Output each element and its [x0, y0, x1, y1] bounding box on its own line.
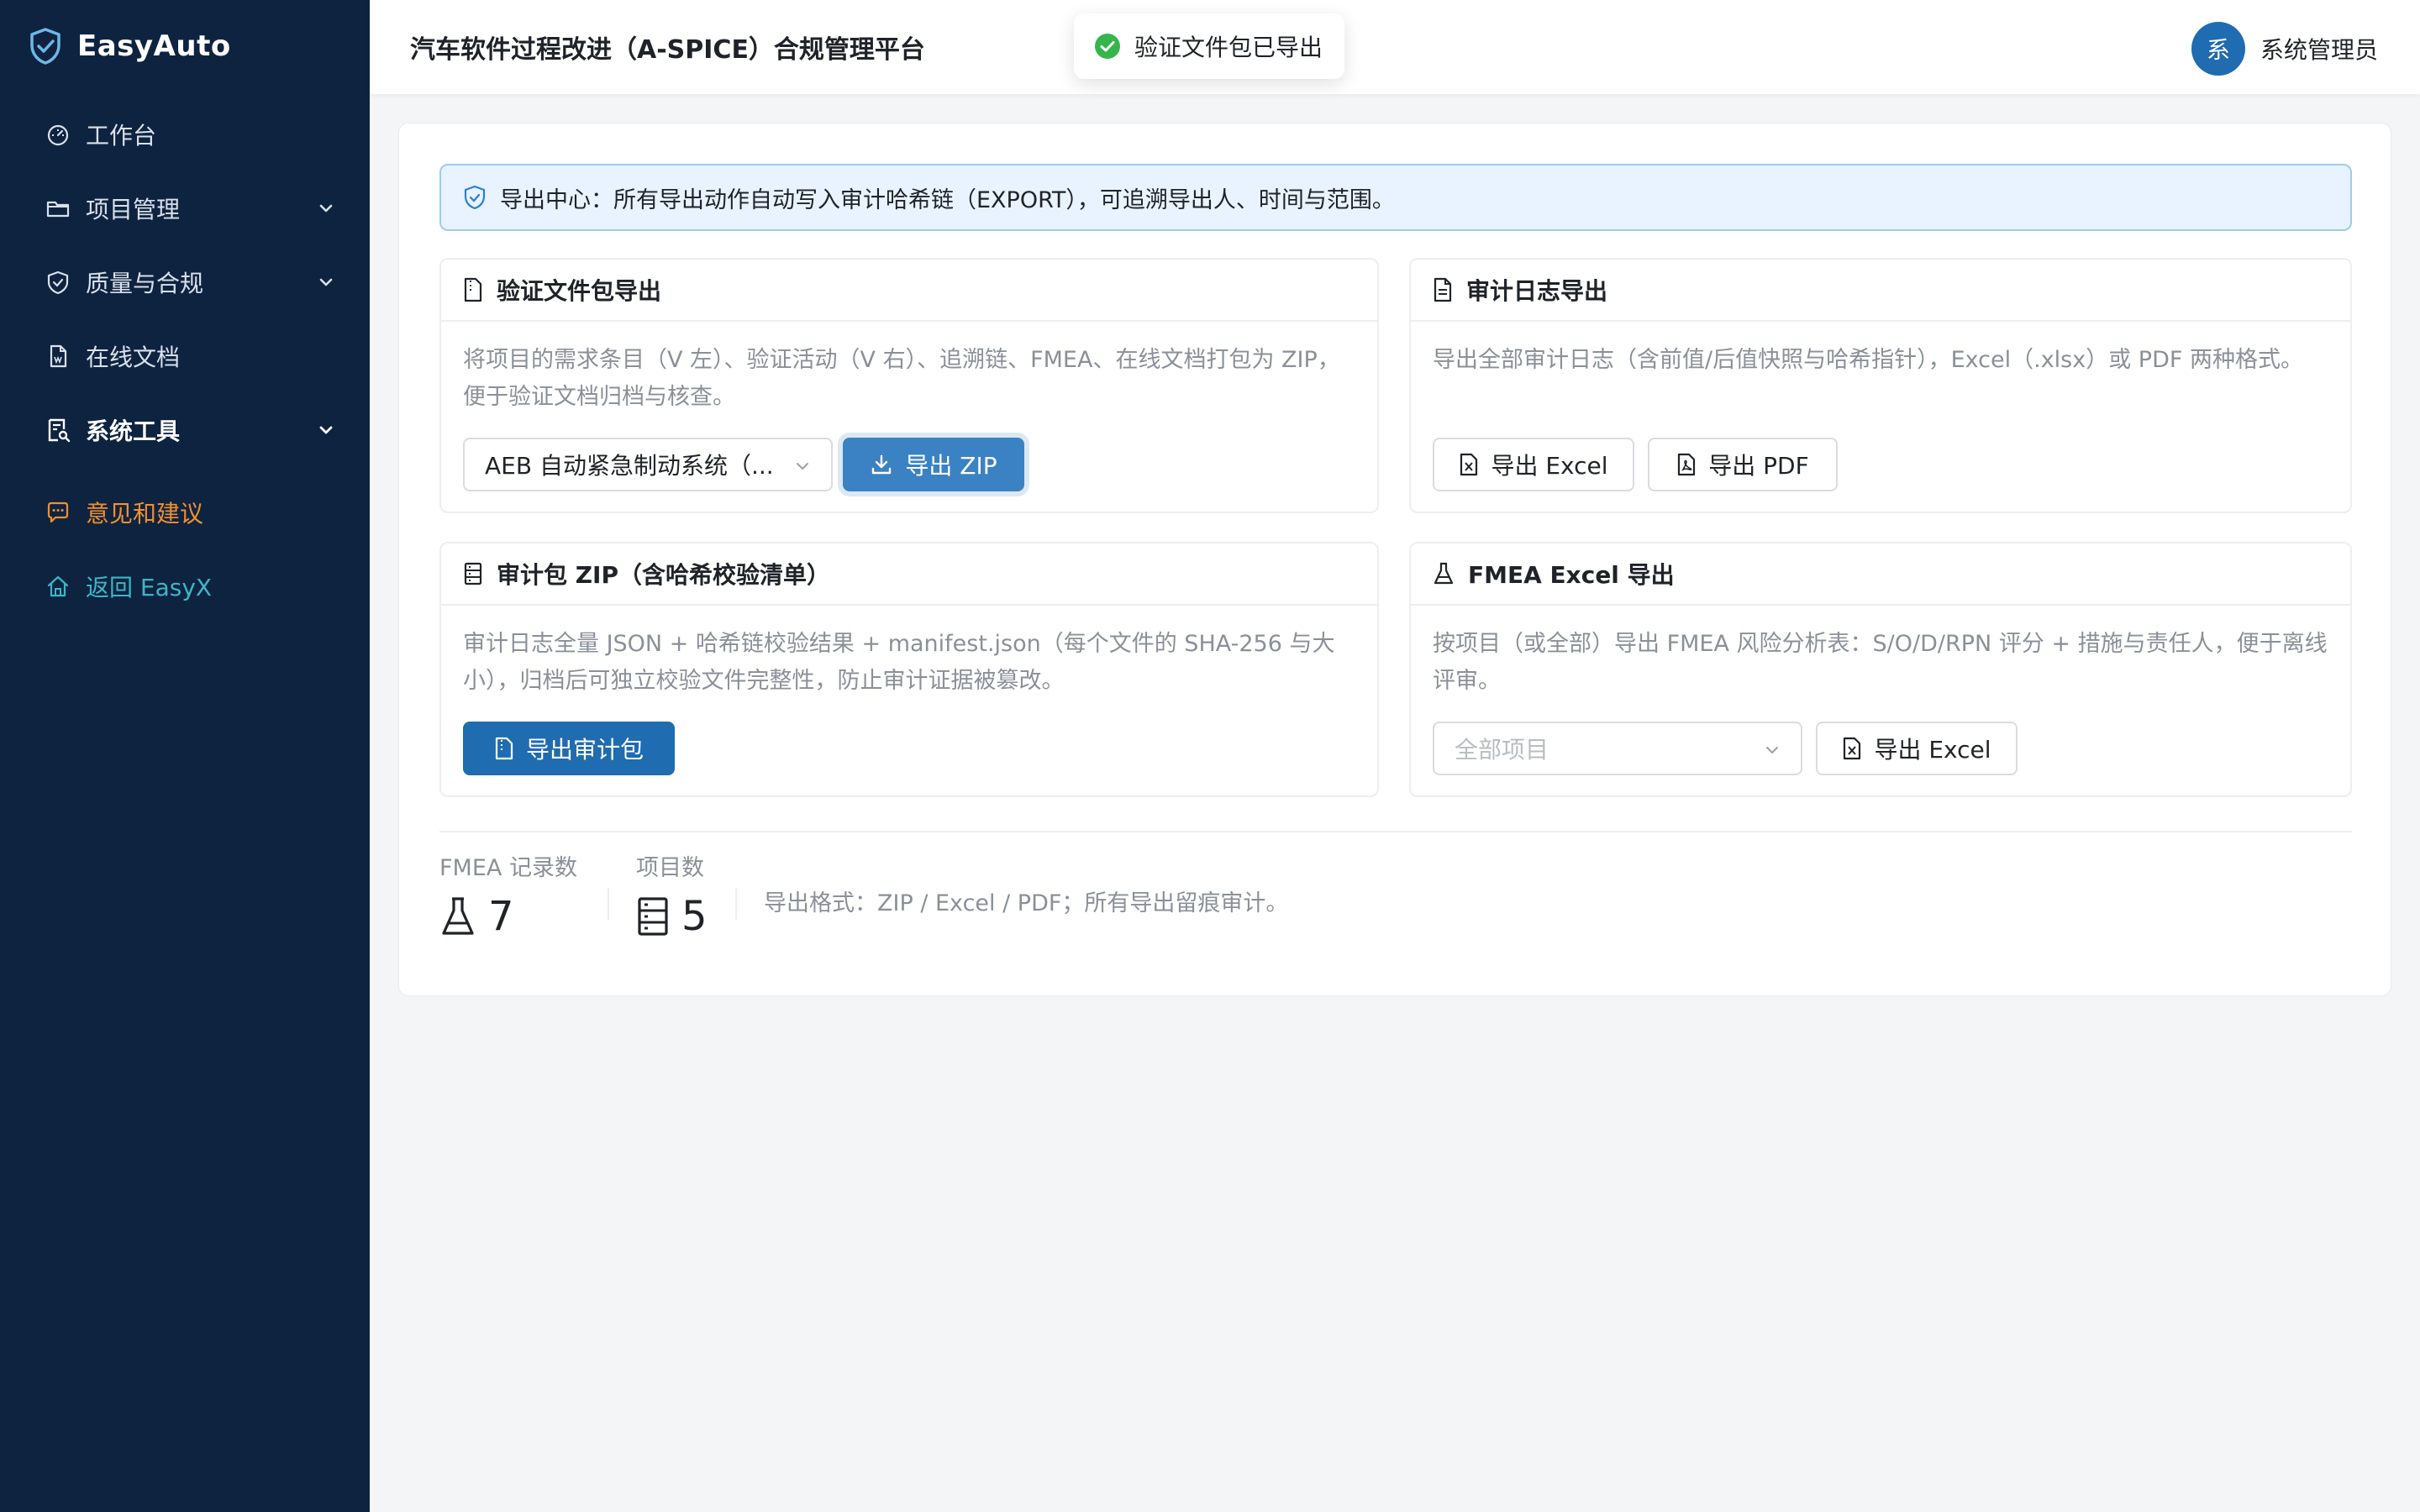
- server-icon: [638, 897, 668, 936]
- card-header: FMEA Excel 导出: [1411, 543, 2350, 606]
- fmea-export-card: FMEA Excel 导出 按项目（或全部）导出 FMEA 风险分析表：S/O/…: [1409, 542, 2352, 797]
- button-label: 导出 Excel: [1491, 452, 1608, 480]
- card-description: 导出全部审计日志（含前值/后值快照与哈希指针），Excel（.xlsx）或 PD…: [1433, 347, 2303, 373]
- sidebar-item-docs[interactable]: 在线文档: [0, 331, 370, 381]
- card-description: 按项目（或全部）导出 FMEA 风险分析表：S/O/D/RPN 评分 + 措施与…: [1433, 631, 2328, 694]
- fmea-project-select[interactable]: 全部项目: [1433, 722, 1802, 775]
- export-format-note: 导出格式：ZIP / Excel / PDF；所有导出留痕审计。: [764, 890, 1289, 916]
- project-select[interactable]: AEB 自动紧急制动系统（...: [463, 438, 833, 491]
- server-icon: [464, 562, 482, 585]
- fmea-count-stat: 7: [439, 893, 514, 940]
- file-zip-icon: [464, 277, 482, 302]
- check-circle-icon: [1095, 34, 1120, 59]
- fmea-count-label: FMEA 记录数: [439, 855, 577, 881]
- sidebar-item-label: 返回 EasyX: [86, 574, 213, 601]
- chevron-down-icon: [319, 426, 333, 434]
- file-zip-icon: [495, 737, 513, 760]
- card-header: 审计日志导出: [1411, 260, 2350, 322]
- file-pdf-icon: [1678, 453, 1696, 476]
- brand-name: EasyAuto: [77, 29, 231, 63]
- sidebar-item-system-tools[interactable]: 系统工具: [0, 405, 370, 455]
- chevron-down-icon: [319, 278, 333, 286]
- shield-icon: [47, 270, 69, 295]
- export-pdf-button[interactable]: 导出 PDF: [1648, 438, 1838, 491]
- fmea-count-value: 7: [488, 893, 514, 940]
- card-header: 验证文件包导出: [441, 260, 1377, 322]
- card-title: 验证文件包导出: [497, 277, 662, 305]
- project-count-value: 5: [681, 893, 708, 940]
- button-label: 导出 Excel: [1874, 736, 1991, 764]
- card-description: 审计日志全量 JSON + 哈希链校验结果 + manifest.json（每个…: [463, 631, 1335, 694]
- notice-text: 导出中心：所有导出动作自动写入审计哈希链（EXPORT），可追溯导出人、时间与范…: [500, 186, 1395, 213]
- fmea-export-excel-button[interactable]: 导出 Excel: [1816, 722, 2018, 775]
- sidebar-item-projects[interactable]: 项目管理: [0, 183, 370, 234]
- chevron-down-icon: [319, 204, 333, 213]
- button-label: 导出审计包: [525, 736, 644, 764]
- page-title: 汽车软件过程改进（A-SPICE）合规管理平台: [410, 35, 925, 65]
- project-count-label: 项目数: [636, 855, 704, 881]
- export-audit-package-button[interactable]: 导出审计包: [463, 722, 675, 775]
- stat-separator: [735, 888, 737, 920]
- user-menu[interactable]: 系 系统管理员: [2191, 22, 2378, 76]
- shield-check-logo-icon: [30, 28, 60, 65]
- button-label: 导出 PDF: [1708, 452, 1809, 480]
- sidebar-item-label: 质量与合规: [86, 270, 204, 297]
- chat-icon: [47, 501, 69, 523]
- avatar: 系: [2191, 22, 2245, 76]
- file-text-icon: [1434, 277, 1452, 302]
- card-description: 将项目的需求条目（V 左）、验证活动（V 右）、追溯链、FMEA、在线文档打包为…: [463, 347, 1340, 410]
- audit-log-export-card: 审计日志导出 导出全部审计日志（含前值/后值快照与哈希指针），Excel（.xl…: [1409, 258, 2352, 513]
- export-center-panel: 导出中心：所有导出动作自动写入审计哈希链（EXPORT），可追溯导出人、时间与范…: [398, 123, 2391, 996]
- sidebar-item-feedback[interactable]: 意见和建议: [0, 487, 370, 538]
- tools-icon: [48, 418, 71, 443]
- audit-package-export-card: 审计包 ZIP（含哈希校验清单） 审计日志全量 JSON + 哈希链校验结果 +…: [439, 542, 1379, 797]
- button-label: 导出 ZIP: [905, 452, 997, 480]
- card-title: 审计包 ZIP（含哈希校验清单）: [497, 561, 830, 589]
- sidebar-item-label: 系统工具: [86, 417, 181, 445]
- select-value: AEB 自动紧急制动系统（...: [485, 452, 774, 480]
- flask-icon: [442, 897, 474, 935]
- flask-icon: [1434, 562, 1454, 585]
- success-toast: 验证文件包已导出: [1074, 13, 1345, 79]
- file-excel-icon: [1844, 737, 1861, 760]
- document-icon: [50, 344, 67, 368]
- divider: [439, 831, 2352, 832]
- top-header: 汽车软件过程改进（A-SPICE）合规管理平台 系 系统管理员: [370, 0, 2420, 94]
- sidebar-item-label: 在线文档: [86, 344, 181, 371]
- verification-export-card: 验证文件包导出 将项目的需求条目（V 左）、验证活动（V 右）、追溯链、FMEA…: [439, 258, 1379, 513]
- folder-icon: [46, 201, 70, 218]
- sidebar: EasyAuto 工作台 项目管理 质量与合规 在线文档 系统工具 意见和建议 …: [0, 0, 370, 1512]
- sidebar-item-workbench[interactable]: 工作台: [0, 109, 370, 160]
- brand[interactable]: EasyAuto: [29, 25, 231, 67]
- sidebar-item-back-easyx[interactable]: 返回 EasyX: [0, 561, 370, 612]
- card-title: 审计日志导出: [1466, 277, 1608, 305]
- user-name: 系统管理员: [2260, 36, 2378, 64]
- card-header: 审计包 ZIP（含哈希校验清单）: [441, 543, 1377, 606]
- home-icon: [47, 575, 69, 597]
- stat-separator: [608, 888, 609, 920]
- file-excel-icon: [1460, 453, 1478, 476]
- export-excel-button[interactable]: 导出 Excel: [1433, 438, 1634, 491]
- sidebar-item-label: 意见和建议: [86, 500, 204, 528]
- sidebar-item-label: 工作台: [86, 122, 157, 150]
- chevron-down-icon: [1766, 747, 1778, 753]
- select-placeholder: 全部项目: [1455, 736, 1549, 764]
- project-count-stat: 5: [636, 893, 708, 940]
- dashboard-icon: [47, 124, 69, 146]
- export-zip-button[interactable]: 导出 ZIP: [843, 438, 1024, 491]
- toast-message: 验证文件包已导出: [1134, 34, 1323, 61]
- sidebar-item-quality[interactable]: 质量与合规: [0, 257, 370, 307]
- download-icon: [872, 454, 892, 475]
- shield-check-icon: [464, 185, 486, 210]
- chevron-down-icon: [797, 463, 808, 470]
- sidebar-item-label: 项目管理: [86, 196, 181, 223]
- card-title: FMEA Excel 导出: [1468, 561, 1675, 589]
- info-notice: 导出中心：所有导出动作自动写入审计哈希链（EXPORT），可追溯导出人、时间与范…: [439, 164, 2352, 231]
